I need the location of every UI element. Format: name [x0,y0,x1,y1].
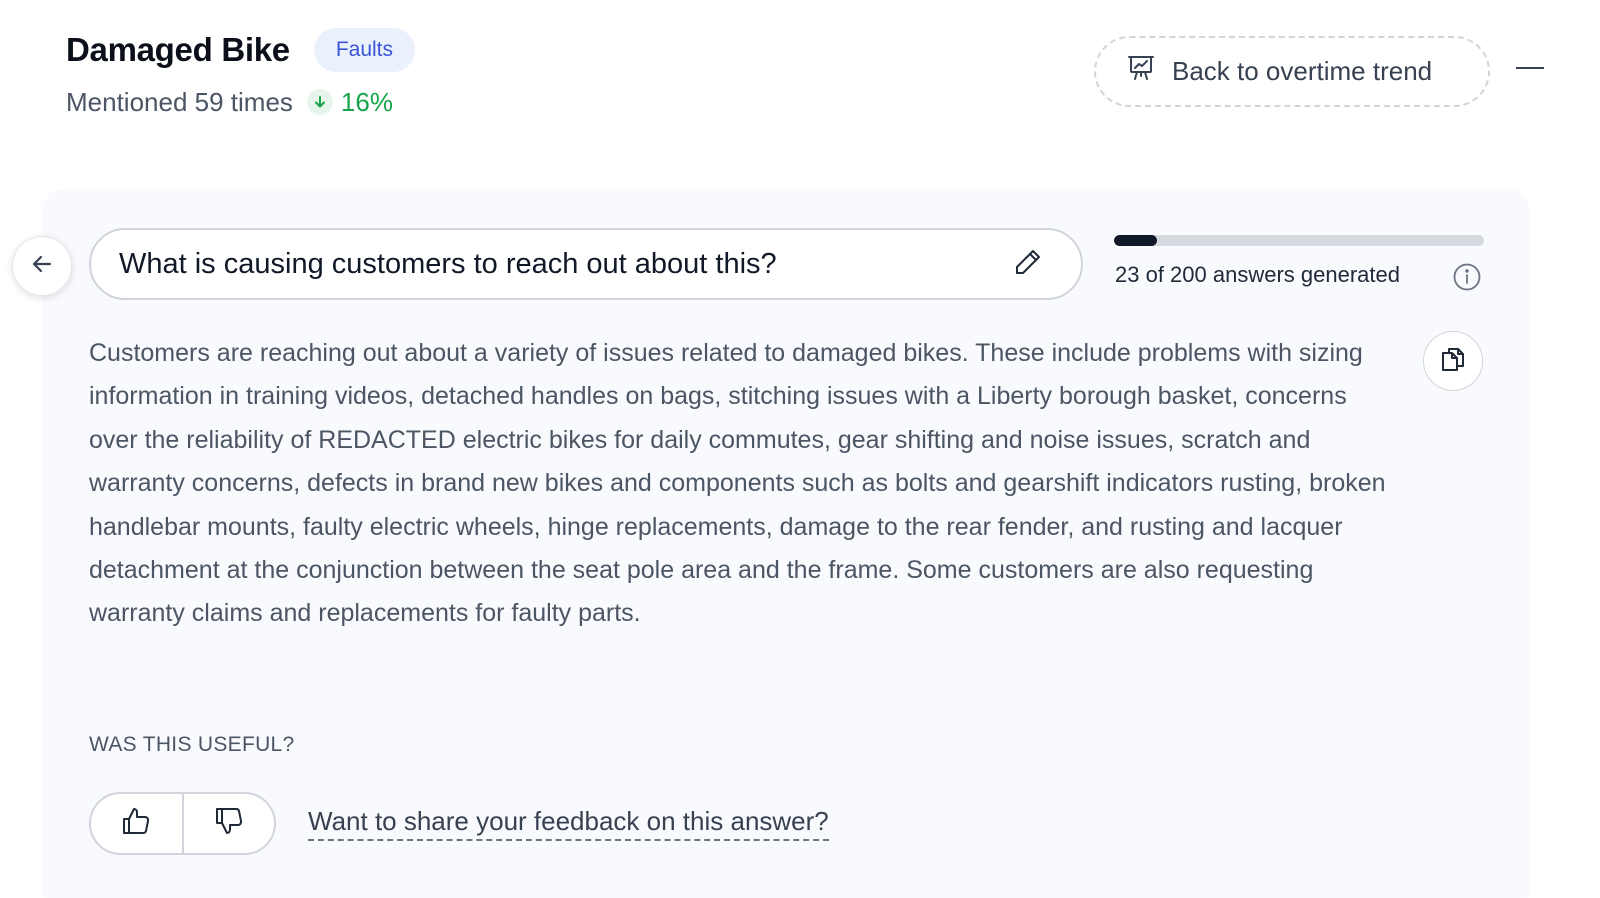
thumbs-down-button[interactable] [181,794,275,853]
answers-progress-bar [1114,235,1484,246]
copy-icon [1438,344,1468,379]
answers-progress-fill [1114,235,1157,246]
meta-row: Mentioned 59 times 16% [66,82,415,122]
thumbs-up-button[interactable] [91,794,182,853]
back-button[interactable] [12,236,72,296]
presentation-chart-icon [1126,53,1156,90]
arrow-down-icon [306,89,333,115]
vote-button-group [89,792,276,855]
answer-text: Customers are reaching out about a varie… [89,339,1386,628]
mention-count: Mentioned 59 times [66,86,293,117]
page-title: Damaged Bike [66,31,290,68]
answers-progress-label: 23 of 200 answers generated [1115,262,1400,287]
trend-percentage: 16% [340,86,393,117]
title-row: Damaged Bike Faults [66,28,416,72]
edit-question-button[interactable] [1013,247,1043,282]
page: Damaged Bike Faults Mentioned 59 times 1… [0,0,1600,898]
back-to-overtime-trend-label: Back to overtime trend [1172,56,1433,86]
question-field[interactable]: What is causing customers to reach out a… [89,228,1083,300]
pencil-icon [1013,247,1043,282]
thumbs-up-icon [120,805,152,842]
category-tag: Faults [313,28,416,72]
was-this-useful-label: WAS THIS USEFUL? [89,733,295,756]
copy-answer-button[interactable] [1423,331,1483,391]
arrow-left-icon [29,251,55,282]
info-icon[interactable] [1452,262,1482,297]
collapse-handle[interactable] [1516,67,1544,69]
thumbs-down-icon [213,805,245,842]
question-text: What is causing customers to reach out a… [119,247,777,280]
back-to-overtime-trend-button[interactable]: Back to overtime trend [1094,36,1490,107]
share-feedback-link[interactable]: Want to share your feedback on this answ… [308,806,829,841]
header: Damaged Bike Faults Mentioned 59 times 1… [66,28,416,122]
